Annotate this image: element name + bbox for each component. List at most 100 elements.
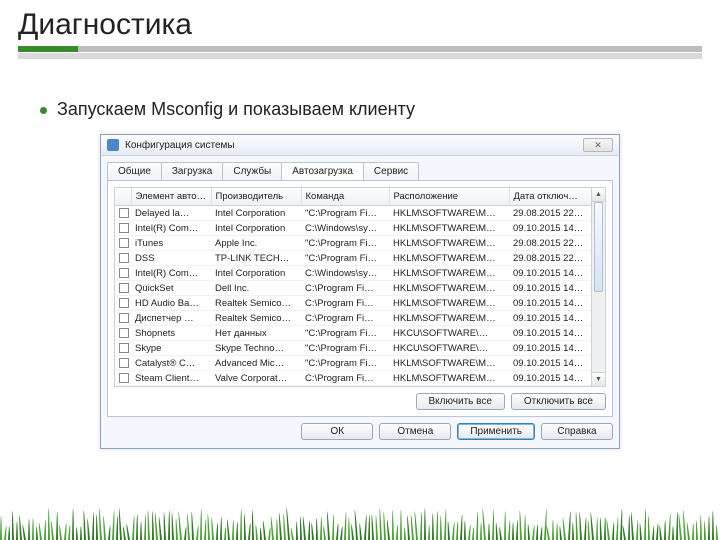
cell-command: "C:\Program Fi… <box>301 236 389 251</box>
disable-all-button[interactable]: Отключить все <box>511 393 606 410</box>
cell-item: Диспетчер … <box>131 311 211 326</box>
row-checkbox[interactable] <box>119 343 129 353</box>
table-row[interactable]: DSSTP-LINK TECH…"C:\Program Fi…HKLM\SOFT… <box>115 251 591 266</box>
tab-general[interactable]: Общие <box>107 162 162 180</box>
table-row[interactable]: Catalyst® C…Advanced Mic…"C:\Program Fi…… <box>115 356 591 371</box>
row-checkbox[interactable] <box>119 328 129 338</box>
cell-date: 09.10.2015 14… <box>509 266 591 281</box>
bullet-text: Запускаем Msconfig и показываем клиенту <box>57 99 415 120</box>
tab-startup[interactable]: Автозагрузка <box>281 162 364 180</box>
table-row[interactable]: QuickSetDell Inc.C:\Program Fi…HKLM\SOFT… <box>115 281 591 296</box>
col-date[interactable]: Дата отключ… <box>509 188 591 206</box>
bullet-item: Запускаем Msconfig и показываем клиенту <box>40 99 680 120</box>
msconfig-window: Конфигурация системы ✕ Общие Загрузка Сл… <box>100 134 620 449</box>
ok-button[interactable]: ОК <box>301 423 373 440</box>
cell-date: 09.10.2015 14… <box>509 281 591 296</box>
table-row[interactable]: Красивое ме…Канемине Ко…C:\Program Fi…HK… <box>115 386 591 387</box>
cancel-button[interactable]: Отмена <box>379 423 451 440</box>
cell-command: C:\Program Fi… <box>301 296 389 311</box>
cell-item: Intel(R) Com… <box>131 221 211 236</box>
scrollbar[interactable]: ▲ ▼ <box>591 188 605 386</box>
cell-manufacturer: Intel Corporation <box>211 221 301 236</box>
row-checkbox[interactable] <box>119 208 129 218</box>
col-item[interactable]: Элемент авто… <box>131 188 211 206</box>
col-location[interactable]: Расположение <box>389 188 509 206</box>
cell-item: Skype <box>131 341 211 356</box>
grass-decoration <box>0 470 720 540</box>
cell-item: Delayed la… <box>131 206 211 221</box>
cell-item: Shopnets <box>131 326 211 341</box>
cell-date: 09.10.2015 14… <box>509 386 591 387</box>
cell-command: "C:\Program Fi… <box>301 251 389 266</box>
cell-date: 29.08.2015 22… <box>509 251 591 266</box>
table-row[interactable]: Диспетчер …Realtek Semico…C:\Program Fi…… <box>115 311 591 326</box>
table-header-row: Элемент авто… Производитель Команда Расп… <box>115 188 591 206</box>
cell-command: "C:\Program Fi… <box>301 206 389 221</box>
cell-command: "C:\Program Fi… <box>301 326 389 341</box>
cell-command: C:\Windows\sy… <box>301 266 389 281</box>
table-row[interactable]: Intel(R) Com…Intel CorporationC:\Windows… <box>115 266 591 281</box>
table-row[interactable]: Delayed la…Intel Corporation"C:\Program … <box>115 206 591 221</box>
row-checkbox[interactable] <box>119 358 129 368</box>
scroll-down-icon[interactable]: ▼ <box>592 372 605 386</box>
cell-command: C:\Windows\sy… <box>301 221 389 236</box>
app-icon <box>107 139 119 151</box>
scroll-up-icon[interactable]: ▲ <box>592 188 605 202</box>
cell-location: HKLM\SOFTWARE\M… <box>389 281 509 296</box>
table-row[interactable]: Intel(R) Com…Intel CorporationC:\Windows… <box>115 221 591 236</box>
table-row[interactable]: ShopnetsНет данных"C:\Program Fi…HKCU\SO… <box>115 326 591 341</box>
row-checkbox[interactable] <box>119 268 129 278</box>
tab-services[interactable]: Службы <box>222 162 282 180</box>
close-button[interactable]: ✕ <box>583 138 613 152</box>
cell-location: HKLM\SOFTWARE\M… <box>389 266 509 281</box>
row-checkbox[interactable] <box>119 253 129 263</box>
cell-date: 29.08.2015 22… <box>509 206 591 221</box>
cell-manufacturer: Realtek Semico… <box>211 311 301 326</box>
table-row[interactable]: HD Audio Ba…Realtek Semico…C:\Program Fi… <box>115 296 591 311</box>
close-icon: ✕ <box>594 140 602 151</box>
cell-command: C:\Program Fi… <box>301 281 389 296</box>
startup-list: Элемент авто… Производитель Команда Расп… <box>114 187 606 387</box>
cell-date: 09.10.2015 14… <box>509 311 591 326</box>
row-checkbox[interactable] <box>119 238 129 248</box>
window-title: Конфигурация системы <box>125 140 583 151</box>
cell-command: "C:\Program Fi… <box>301 341 389 356</box>
col-command[interactable]: Команда <box>301 188 389 206</box>
cell-location: HKLM\SOFTWARE\M… <box>389 221 509 236</box>
help-button[interactable]: Справка <box>541 423 613 440</box>
col-manufacturer[interactable]: Производитель <box>211 188 301 206</box>
cell-location: HKLM\SOFTWARE\M… <box>389 236 509 251</box>
tabs-row: Общие Загрузка Службы Автозагрузка Серви… <box>101 156 619 180</box>
cell-item: Catalyst® C… <box>131 356 211 371</box>
cell-manufacturer: TP-LINK TECH… <box>211 251 301 266</box>
tab-boot[interactable]: Загрузка <box>161 162 223 180</box>
cell-item: Intel(R) Com… <box>131 266 211 281</box>
enable-all-button[interactable]: Включить все <box>416 393 505 410</box>
cell-command: C:\Program Fi… <box>301 371 389 386</box>
cell-item: QuickSet <box>131 281 211 296</box>
title-underline <box>18 46 702 52</box>
apply-button[interactable]: Применить <box>457 423 535 440</box>
bullet-icon <box>40 107 47 114</box>
cell-date: 09.10.2015 14… <box>509 296 591 311</box>
row-checkbox[interactable] <box>119 313 129 323</box>
tab-tools[interactable]: Сервис <box>363 162 419 180</box>
cell-location: HKLM\SOFTWARE\M… <box>389 206 509 221</box>
table-row[interactable]: iTunesApple Inc."C:\Program Fi…HKLM\SOFT… <box>115 236 591 251</box>
table-row[interactable]: SkypeSkype Techno…"C:\Program Fi…HKCU\SO… <box>115 341 591 356</box>
window-titlebar[interactable]: Конфигурация системы ✕ <box>101 135 619 156</box>
table-row[interactable]: Steam Client…Valve Corporat…C:\Program F… <box>115 371 591 386</box>
cell-item: Красивое ме… <box>131 386 211 387</box>
cell-command: C:\Program Fi… <box>301 311 389 326</box>
cell-item: HD Audio Ba… <box>131 296 211 311</box>
cell-location: HKLM\SOFTWARE\M… <box>389 251 509 266</box>
cell-location: HKLM\SOFTWARE\M… <box>389 356 509 371</box>
row-checkbox[interactable] <box>119 373 129 383</box>
row-checkbox[interactable] <box>119 283 129 293</box>
row-checkbox[interactable] <box>119 298 129 308</box>
cell-date: 09.10.2015 14… <box>509 371 591 386</box>
cell-date: 29.08.2015 22… <box>509 236 591 251</box>
scroll-thumb[interactable] <box>594 202 603 292</box>
row-checkbox[interactable] <box>119 223 129 233</box>
cell-location: HKLM\SOFTWARE\M… <box>389 386 509 387</box>
